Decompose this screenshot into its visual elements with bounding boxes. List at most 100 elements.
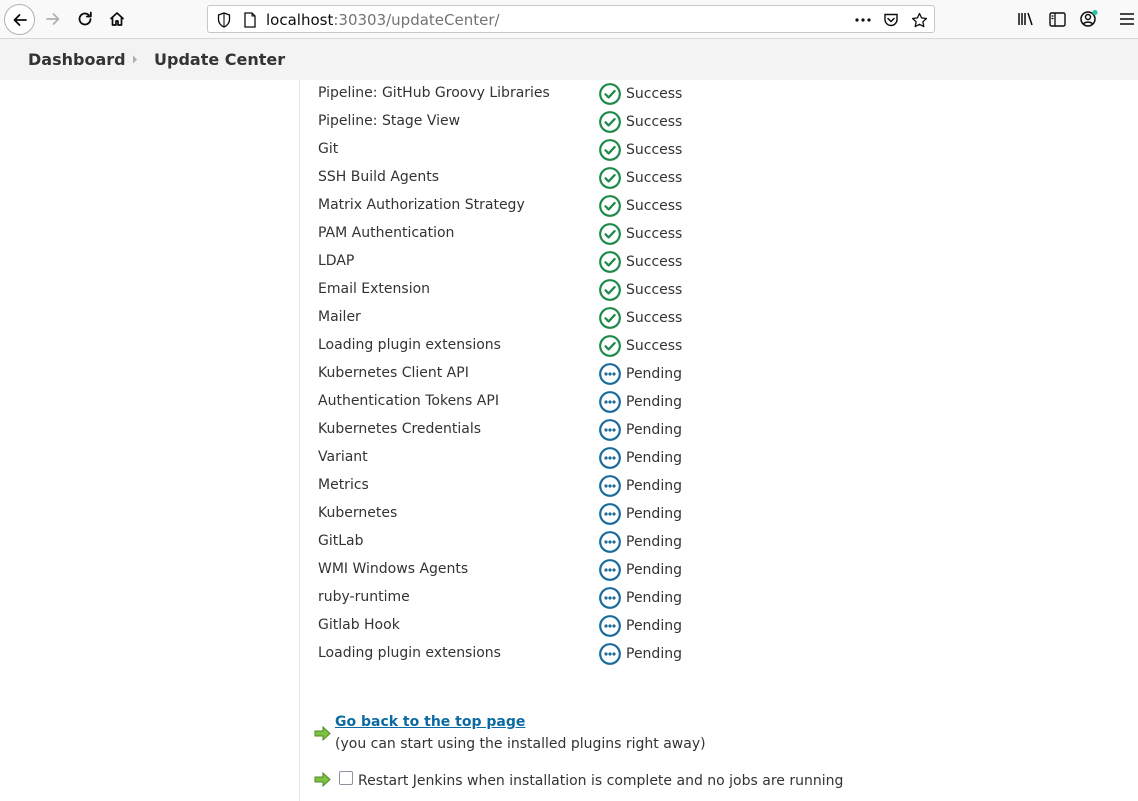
plugin-status: Success	[599, 335, 682, 357]
account-button[interactable]	[1074, 4, 1104, 34]
plugin-row: LDAP Success	[318, 248, 738, 276]
pending-dots-icon	[599, 475, 621, 497]
pending-dots-icon	[599, 587, 621, 609]
page-info-icon[interactable]	[240, 10, 260, 30]
pending-dots-icon	[599, 503, 621, 525]
plugin-status: Pending	[599, 587, 682, 609]
plugin-name: GitLab	[318, 533, 364, 549]
plugin-status-label: Success	[626, 142, 683, 158]
plugin-name: LDAP	[318, 253, 355, 269]
plugin-row: Loading plugin extensions Pending	[318, 640, 738, 668]
plugin-status-label: Pending	[626, 618, 682, 634]
library-button[interactable]	[1011, 4, 1041, 34]
tracking-shield-icon[interactable]	[214, 10, 234, 30]
pocket-icon[interactable]	[881, 10, 901, 30]
plugin-name: Pipeline: GitHub Groovy Libraries	[318, 85, 550, 101]
restart-jenkins-checkbox[interactable]	[339, 771, 353, 785]
sidebar-toggle-button[interactable]	[1042, 4, 1072, 34]
sidebar-icon	[1048, 11, 1066, 27]
plugin-status-label: Success	[626, 86, 683, 102]
plugin-status: Success	[599, 139, 682, 161]
plugin-status: Pending	[599, 643, 682, 665]
plugin-row: Kubernetes Client API Pending	[318, 360, 738, 388]
plugin-name: ruby-runtime	[318, 589, 410, 605]
main-menu-button[interactable]	[1112, 4, 1138, 34]
plugin-name: Metrics	[318, 477, 369, 493]
plugin-row: Kubernetes Credentials Pending	[318, 416, 738, 444]
plugin-row: SSH Build Agents Success	[318, 164, 738, 192]
plugin-status-label: Success	[626, 338, 683, 354]
plugin-status-label: Pending	[626, 478, 682, 494]
plugin-row: WMI Windows Agents Pending	[318, 556, 738, 584]
plugin-status-label: Pending	[626, 562, 682, 578]
plugin-row: Authentication Tokens API Pending	[318, 388, 738, 416]
success-check-icon	[599, 195, 621, 217]
plugin-name: Loading plugin extensions	[318, 337, 501, 353]
bookmark-star-icon[interactable]	[909, 10, 929, 30]
plugin-status: Pending	[599, 475, 682, 497]
account-icon	[1080, 9, 1098, 27]
success-check-icon	[599, 111, 621, 133]
url-bar[interactable]: localhost:30303/updateCenter/	[207, 5, 935, 33]
plugin-row: Pipeline: Stage View Success	[318, 108, 738, 136]
success-check-icon	[599, 139, 621, 161]
plugin-name: Git	[318, 141, 339, 157]
back-arrow-icon	[13, 13, 27, 26]
hamburger-menu-icon	[1120, 13, 1134, 25]
plugin-status: Success	[599, 167, 682, 189]
plugin-status: Success	[599, 223, 682, 245]
url-path: :30303/updateCenter/	[333, 11, 500, 29]
pending-dots-icon	[599, 559, 621, 581]
plugin-status: Pending	[599, 419, 682, 441]
plugin-row: ruby-runtime Pending	[318, 584, 738, 612]
plugin-row: Kubernetes Pending	[318, 500, 738, 528]
plugin-status-label: Pending	[626, 394, 682, 410]
plugin-status-label: Success	[626, 226, 683, 242]
forward-button[interactable]	[38, 4, 68, 34]
plugin-name: SSH Build Agents	[318, 169, 440, 185]
reload-icon	[78, 11, 92, 26]
breadcrumb-update-center[interactable]: Update Center	[154, 50, 285, 69]
plugin-row: PAM Authentication Success	[318, 220, 738, 248]
plugin-status: Success	[599, 279, 682, 301]
top-page-note: (you can start using the installed plugi…	[335, 736, 706, 752]
plugin-install-list: Pipeline: GitHub Groovy Libraries Success…	[318, 80, 738, 668]
plugin-status: Success	[599, 195, 682, 217]
plugin-status: Pending	[599, 559, 682, 581]
pending-dots-icon	[599, 615, 621, 637]
go-back-top-page-link[interactable]: Go back to the top page	[335, 714, 525, 730]
plugin-status-label: Success	[626, 198, 683, 214]
green-arrow-icon	[314, 726, 331, 741]
plugin-name: PAM Authentication	[318, 225, 455, 241]
home-icon	[109, 12, 125, 26]
plugin-name: Loading plugin extensions	[318, 645, 501, 661]
plugin-status-label: Pending	[626, 506, 682, 522]
breadcrumb-chevron-icon	[133, 55, 137, 64]
pending-dots-icon	[599, 531, 621, 553]
plugin-row: Metrics Pending	[318, 472, 738, 500]
plugin-status-label: Pending	[626, 422, 682, 438]
url-text[interactable]: localhost:30303/updateCenter/	[266, 11, 500, 29]
success-check-icon	[599, 167, 621, 189]
success-check-icon	[599, 251, 621, 273]
page-actions-menu-icon[interactable]	[853, 10, 873, 30]
forward-arrow-icon	[46, 13, 60, 25]
plugin-status: Success	[599, 83, 682, 105]
reload-button[interactable]	[70, 4, 100, 34]
breadcrumb-dashboard[interactable]: Dashboard	[28, 50, 126, 69]
restart-jenkins-label[interactable]: Restart Jenkins when installation is com…	[358, 773, 843, 789]
plugin-status-label: Success	[626, 254, 683, 270]
plugin-status-label: Pending	[626, 590, 682, 606]
browser-toolbar: localhost:30303/updateCenter/	[0, 0, 1138, 39]
plugin-status: Success	[599, 251, 682, 273]
back-button[interactable]	[4, 4, 35, 35]
plugin-row: Mailer Success	[318, 304, 738, 332]
plugin-name: Pipeline: Stage View	[318, 113, 461, 129]
plugin-name: Mailer	[318, 309, 361, 325]
plugin-status-label: Success	[626, 282, 683, 298]
home-button[interactable]	[102, 4, 132, 34]
plugin-row: GitLab Pending	[318, 528, 738, 556]
url-host: localhost	[266, 11, 334, 29]
success-check-icon	[599, 279, 621, 301]
plugin-name: Variant	[318, 449, 368, 465]
